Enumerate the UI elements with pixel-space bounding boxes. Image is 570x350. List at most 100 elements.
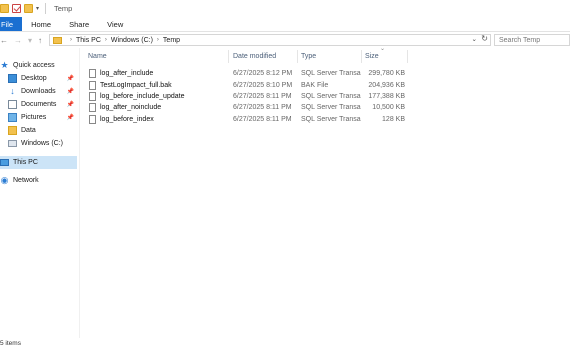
file-size: 177,388 KB bbox=[368, 93, 405, 100]
nav-item-pictures[interactable]: Pictures 📌 bbox=[0, 111, 77, 124]
file-size: 299,780 KB bbox=[368, 70, 405, 77]
new-folder-icon[interactable] bbox=[24, 4, 33, 13]
nav-item-documents[interactable]: Documents 📌 bbox=[0, 98, 77, 111]
file-name: TestLogImpact_full.bak bbox=[100, 82, 172, 89]
file-row[interactable]: log_before_index 6/27/2025 8:11 PM SQL S… bbox=[85, 114, 410, 125]
pane-divider[interactable] bbox=[79, 48, 80, 338]
separator bbox=[45, 3, 47, 14]
column-header-label: Size bbox=[365, 53, 379, 60]
file-type: SQL Server Transa... bbox=[301, 70, 361, 77]
nav-label: Pictures bbox=[21, 114, 47, 121]
nav-label: Desktop bbox=[21, 75, 47, 82]
file-size: 128 KB bbox=[382, 116, 405, 123]
quick-access-toolbar: ▾ bbox=[0, 3, 50, 14]
pin-icon[interactable]: 📌 bbox=[67, 75, 74, 82]
column-header-name[interactable]: Name bbox=[85, 50, 229, 63]
properties-icon[interactable] bbox=[12, 4, 21, 13]
file-icon bbox=[89, 103, 96, 112]
pictures-icon bbox=[8, 113, 17, 122]
nav-item-desktop[interactable]: Desktop 📌 bbox=[0, 72, 77, 85]
folder-icon bbox=[53, 36, 62, 44]
file-name: log_before_index bbox=[100, 116, 154, 123]
documents-icon bbox=[8, 100, 17, 109]
up-arrow-icon[interactable]: ↑ bbox=[38, 36, 42, 45]
status-item-count: 5 items bbox=[0, 340, 21, 347]
chevron-right-icon[interactable]: › bbox=[105, 37, 107, 43]
nav-item-network[interactable]: ◉ Network bbox=[0, 174, 77, 187]
file-type: BAK File bbox=[301, 82, 329, 89]
tab-file[interactable]: File bbox=[0, 17, 23, 31]
window-title: Temp bbox=[54, 4, 73, 13]
folder-icon bbox=[8, 126, 17, 135]
file-icon bbox=[89, 115, 96, 124]
nav-label: Data bbox=[21, 127, 36, 134]
column-header-label: Date modified bbox=[233, 53, 277, 60]
file-date: 6/27/2025 8:11 PM bbox=[233, 116, 292, 123]
title-bar: ▾ Temp bbox=[0, 0, 570, 17]
file-icon bbox=[89, 69, 96, 78]
search-placeholder: Search Temp bbox=[499, 36, 541, 44]
chevron-down-icon[interactable]: ⌄ bbox=[472, 35, 477, 43]
chevron-right-icon[interactable]: › bbox=[157, 37, 159, 43]
file-icon bbox=[89, 92, 96, 101]
file-name: log_after_include bbox=[100, 70, 154, 77]
nav-item-data[interactable]: Data bbox=[0, 124, 77, 137]
column-header-date[interactable]: Date modified bbox=[230, 50, 298, 63]
nav-label: Windows (C:) bbox=[21, 140, 64, 147]
downloads-icon: ↓ bbox=[10, 86, 15, 96]
file-row[interactable]: TestLogImpact_full.bak 6/27/2025 8:10 PM… bbox=[85, 80, 410, 91]
network-icon: ◉ bbox=[0, 175, 9, 185]
tab-home[interactable]: Home bbox=[22, 17, 60, 31]
pin-icon[interactable]: 📌 bbox=[67, 114, 74, 121]
tab-view[interactable]: View bbox=[98, 17, 132, 31]
star-icon: ★ bbox=[0, 60, 9, 70]
column-header-type[interactable]: Type bbox=[298, 50, 362, 63]
refresh-icon[interactable]: ↻ bbox=[481, 34, 488, 43]
recent-locations-icon[interactable]: ▾ bbox=[28, 36, 32, 45]
file-date: 6/27/2025 8:12 PM bbox=[233, 70, 293, 77]
drive-icon bbox=[8, 140, 17, 147]
nav-label: Network bbox=[13, 177, 39, 184]
file-row[interactable]: log_after_include 6/27/2025 8:12 PM SQL … bbox=[85, 68, 410, 79]
pin-icon[interactable]: 📌 bbox=[67, 88, 74, 95]
nav-label: Downloads bbox=[21, 88, 56, 95]
navigation-pane: ★ Quick access Desktop 📌 ↓ Downloads 📌 D… bbox=[0, 50, 78, 330]
column-header-label: Name bbox=[88, 53, 107, 60]
file-date: 6/27/2025 8:10 PM bbox=[233, 82, 293, 89]
file-name: log_before_include_update bbox=[100, 93, 185, 100]
nav-label: Quick access bbox=[13, 62, 55, 69]
forward-arrow-icon[interactable]: → bbox=[14, 36, 22, 45]
nav-item-downloads[interactable]: ↓ Downloads 📌 bbox=[0, 85, 77, 98]
nav-label: Documents bbox=[21, 101, 57, 108]
tab-share[interactable]: Share bbox=[60, 17, 98, 31]
desktop-icon bbox=[8, 74, 17, 83]
nav-quick-access[interactable]: ★ Quick access bbox=[0, 59, 77, 72]
computer-icon bbox=[0, 159, 9, 166]
file-date: 6/27/2025 8:11 PM bbox=[233, 104, 292, 111]
column-header-label: Type bbox=[301, 53, 317, 60]
file-size: 204,936 KB bbox=[368, 82, 405, 89]
ribbon-tabs: File Home Share View bbox=[0, 17, 570, 32]
back-arrow-icon[interactable]: ← bbox=[0, 36, 8, 45]
address-bar[interactable]: › This PC › Windows (C:) › Temp ⌄ ↻ bbox=[49, 34, 491, 46]
breadcrumb-temp[interactable]: Temp bbox=[163, 37, 180, 44]
file-type: SQL Server Transa... bbox=[301, 104, 361, 111]
file-date: 6/27/2025 8:11 PM bbox=[233, 93, 292, 100]
address-row: ← → ▾ ↑ › This PC › Windows (C:) › Temp … bbox=[0, 32, 570, 48]
nav-item-windows-c[interactable]: Windows (C:) bbox=[0, 137, 77, 150]
pin-icon[interactable]: 📌 bbox=[67, 101, 74, 108]
breadcrumb-this-pc[interactable]: This PC bbox=[76, 37, 101, 44]
sort-descending-icon: ⌄ bbox=[380, 46, 386, 52]
file-name: log_after_noinclude bbox=[100, 104, 162, 111]
chevron-right-icon[interactable]: › bbox=[70, 37, 72, 43]
search-input[interactable]: Search Temp bbox=[494, 34, 570, 46]
breadcrumb-windows-c[interactable]: Windows (C:) bbox=[111, 37, 153, 44]
file-row[interactable]: log_after_noinclude 6/27/2025 8:11 PM SQ… bbox=[85, 102, 410, 113]
folder-icon[interactable] bbox=[0, 4, 9, 13]
nav-item-this-pc[interactable]: This PC bbox=[0, 156, 77, 169]
nav-label: This PC bbox=[13, 159, 38, 166]
file-icon bbox=[89, 81, 96, 90]
customize-toolbar-icon[interactable]: ▾ bbox=[36, 5, 39, 12]
file-type: SQL Server Transa... bbox=[301, 116, 361, 123]
file-row[interactable]: log_before_include_update 6/27/2025 8:11… bbox=[85, 91, 410, 102]
